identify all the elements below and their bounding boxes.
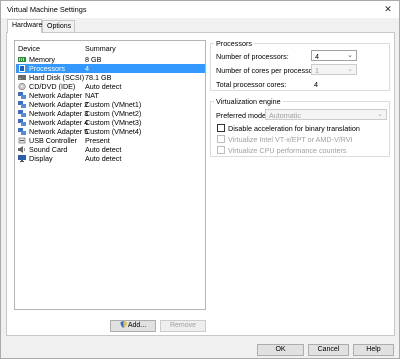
device-name: CD/DVD (IDE) — [29, 82, 76, 91]
device-list-header: Device Summary — [15, 41, 205, 54]
device-summary: 78.1 GB — [85, 73, 112, 82]
device-summary: Custom (VMnet4) — [85, 127, 142, 136]
device-name: Hard Disk (SCSI) — [29, 73, 85, 82]
hard-disk-icon — [18, 75, 26, 80]
device-row-cd-dvd[interactable]: CD/DVD (IDE) Auto detect — [16, 82, 205, 91]
summary-column-header[interactable]: Summary — [85, 44, 116, 53]
device-summary: Custom (VMnet3) — [85, 118, 142, 127]
device-name: Network Adapter 5 — [29, 127, 89, 136]
device-name: Sound Card — [29, 145, 68, 154]
device-name: USB Controller — [29, 136, 77, 145]
chevron-down-icon: ⌄ — [347, 52, 353, 59]
device-row-processors[interactable]: Processors 4 — [16, 64, 205, 73]
device-row-network-adapter-3[interactable]: Network Adapter 3 Custom (VMnet2) — [16, 109, 205, 118]
device-row-usb-controller[interactable]: USB Controller Present — [16, 136, 205, 145]
device-column-header[interactable]: Device — [18, 44, 40, 53]
num-processors-label: Number of processors: — [216, 52, 289, 61]
disable-acceleration-label: Disable acceleration for binary translat… — [228, 124, 360, 133]
disable-acceleration-checkbox[interactable] — [217, 124, 225, 132]
device-row-network-adapter-2[interactable]: Network Adapter 2 Custom (VMnet1) — [16, 100, 205, 109]
virtualization-engine-group: Virtualization engine Preferred mode: Au… — [210, 97, 390, 157]
chevron-down-icon: ⌄ — [347, 66, 353, 73]
ok-button[interactable]: OK — [257, 344, 304, 356]
display-icon — [18, 155, 26, 162]
vm-settings-window: Virtual Machine Settings ✕ Hardware Opti… — [0, 0, 400, 359]
cores-per-processor-label: Number of cores per processor: — [216, 66, 318, 75]
preferred-mode-select[interactable]: Automatic ⌄ — [265, 109, 387, 120]
device-summary: 8 GB — [85, 55, 102, 64]
device-row-display[interactable]: Display Auto detect — [16, 154, 205, 163]
network-adapter-icon — [18, 92, 26, 99]
chevron-down-icon: ⌄ — [377, 111, 383, 118]
cores-per-processor-select[interactable]: 1 ⌄ — [311, 64, 357, 75]
device-row-network-adapter-5[interactable]: Network Adapter 5 Custom (VMnet4) — [16, 127, 205, 136]
device-row-hard-disk[interactable]: Hard Disk (SCSI) 78.1 GB — [16, 73, 205, 82]
total-cores-value: 4 — [314, 80, 318, 89]
network-adapter-icon — [18, 101, 26, 108]
total-cores-label: Total processor cores: — [216, 80, 287, 89]
preferred-mode-label: Preferred mode: — [216, 111, 268, 120]
network-adapter-icon — [18, 128, 26, 135]
virtualization-group-title: Virtualization engine — [214, 97, 283, 106]
device-summary: Custom (VMnet1) — [85, 100, 142, 109]
add-device-label: Add... — [127, 322, 147, 329]
sound-card-icon — [18, 146, 26, 153]
device-row-memory[interactable]: Memory 8 GB — [16, 55, 205, 64]
device-summary: NAT — [85, 91, 99, 100]
processor-icon — [19, 65, 25, 72]
device-summary: 4 — [85, 64, 89, 73]
device-row-network-adapter[interactable]: Network Adapter NAT — [16, 91, 205, 100]
memory-icon — [18, 57, 26, 62]
shield-icon — [120, 321, 127, 328]
network-adapter-icon — [18, 119, 26, 126]
device-row-network-adapter-4[interactable]: Network Adapter 4 Custom (VMnet3) — [16, 118, 205, 127]
usb-controller-icon — [18, 137, 26, 144]
virtualize-perf-counters-checkbox[interactable] — [217, 146, 225, 154]
device-summary: Auto detect — [85, 82, 122, 91]
help-button[interactable]: Help — [353, 344, 394, 356]
device-name: Network Adapter — [29, 91, 83, 100]
remove-device-button[interactable]: Remove — [160, 320, 206, 332]
device-name: Memory — [29, 55, 55, 64]
num-processors-select[interactable]: 4 ⌄ — [311, 50, 357, 61]
window-title: Virtual Machine Settings — [7, 5, 87, 14]
device-row-sound-card[interactable]: Sound Card Auto detect — [16, 145, 205, 154]
close-button[interactable]: ✕ — [381, 3, 395, 16]
device-list[interactable]: Device Summary Memory 8 GB Processors 4 … — [14, 40, 206, 310]
device-name: Processors — [29, 64, 65, 73]
virtualize-vtx-checkbox[interactable] — [217, 135, 225, 143]
cancel-button[interactable]: Cancel — [308, 344, 349, 356]
preferred-mode-value: Automatic — [269, 111, 301, 120]
add-device-button[interactable]: Add... — [110, 320, 156, 332]
num-processors-value: 4 — [315, 52, 319, 61]
device-summary: Present — [85, 136, 110, 145]
processors-group-title: Processors — [214, 39, 254, 48]
device-summary: Custom (VMnet2) — [85, 109, 142, 118]
virtualize-vtx-label: Virtualize Intel VT-x/EPT or AMD-V/RVI — [228, 135, 353, 144]
device-summary: Auto detect — [85, 145, 122, 154]
device-name: Network Adapter 3 — [29, 109, 89, 118]
hardware-panel: Device Summary Memory 8 GB Processors 4 … — [6, 32, 395, 336]
network-adapter-icon — [18, 110, 26, 117]
tab-hardware[interactable]: Hardware — [7, 19, 42, 33]
device-name: Network Adapter 4 — [29, 118, 89, 127]
device-name: Display — [29, 154, 53, 163]
title-bar: Virtual Machine Settings ✕ — [1, 1, 399, 18]
cd-dvd-icon — [18, 83, 26, 90]
device-summary: Auto detect — [85, 154, 122, 163]
processors-group: Processors Number of processors: 4 ⌄ Num… — [210, 39, 390, 91]
cores-per-processor-value: 1 — [315, 66, 319, 75]
virtualize-perf-counters-label: Virtualize CPU performance counters — [228, 146, 347, 155]
device-name: Network Adapter 2 — [29, 100, 89, 109]
